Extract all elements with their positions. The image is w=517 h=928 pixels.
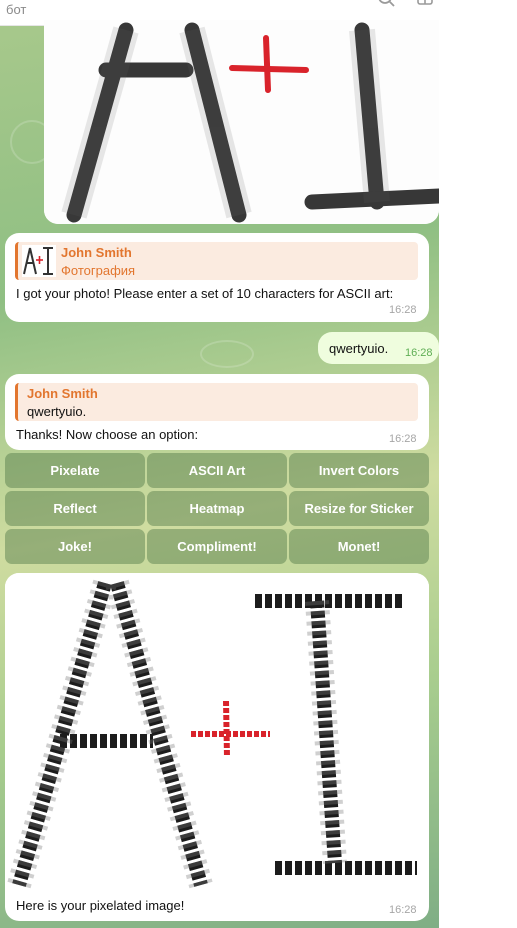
sidebar-toggle-icon[interactable] [416, 0, 434, 8]
message-time: 16:28 [389, 304, 417, 316]
empty-side-panel [439, 0, 517, 928]
reply-subtitle: Фотография [61, 263, 136, 278]
reply-subtitle: qwertyuio. [27, 404, 87, 419]
message-text: Thanks! Now choose an option: [16, 427, 199, 442]
resize-for-sticker-button[interactable]: Resize for Sticker [289, 491, 429, 526]
background-doodle [200, 340, 254, 368]
message-time: 16:28 [405, 347, 433, 359]
compliment-button[interactable]: Compliment! [147, 529, 287, 564]
photo-message[interactable] [44, 20, 439, 224]
reply-quote[interactable]: John Smith Фотография [15, 242, 418, 280]
user-message: qwertyuio. 16:28 [318, 332, 439, 364]
ascii-art-button[interactable]: ASCII Art [147, 453, 287, 488]
invert-colors-button[interactable]: Invert Colors [289, 453, 429, 488]
joke-button[interactable]: Joke! [5, 529, 145, 564]
chat-area: бот John Smith Фотография I got your pho… [0, 0, 439, 928]
heatmap-button[interactable]: Heatmap [147, 491, 287, 526]
reply-thumbnail [22, 245, 56, 277]
reply-sender-name: John Smith [61, 245, 132, 260]
message-time: 16:28 [389, 433, 417, 445]
monet-button[interactable]: Monet! [289, 529, 429, 564]
message-text: Here is your pixelated image! [16, 898, 185, 913]
message-time: 16:28 [389, 904, 417, 916]
ai-photo-image [44, 20, 439, 224]
reply-sender-name: John Smith [27, 386, 98, 401]
bot-message: Here is your pixelated image! 16:28 [5, 573, 429, 921]
pixelate-button[interactable]: Pixelate [5, 453, 145, 488]
reflect-button[interactable]: Reflect [5, 491, 145, 526]
chat-title: бот [6, 2, 27, 17]
bot-message: John Smith qwertyuio. Thanks! Now choose… [5, 374, 429, 450]
message-text: qwertyuio. [329, 341, 389, 356]
search-icon[interactable] [378, 0, 396, 8]
reply-quote[interactable]: John Smith qwertyuio. [15, 383, 418, 421]
pixelated-image[interactable] [5, 573, 429, 891]
message-text: I got your photo! Please enter a set of … [16, 286, 394, 301]
bot-message: John Smith Фотография I got your photo! … [5, 233, 429, 322]
